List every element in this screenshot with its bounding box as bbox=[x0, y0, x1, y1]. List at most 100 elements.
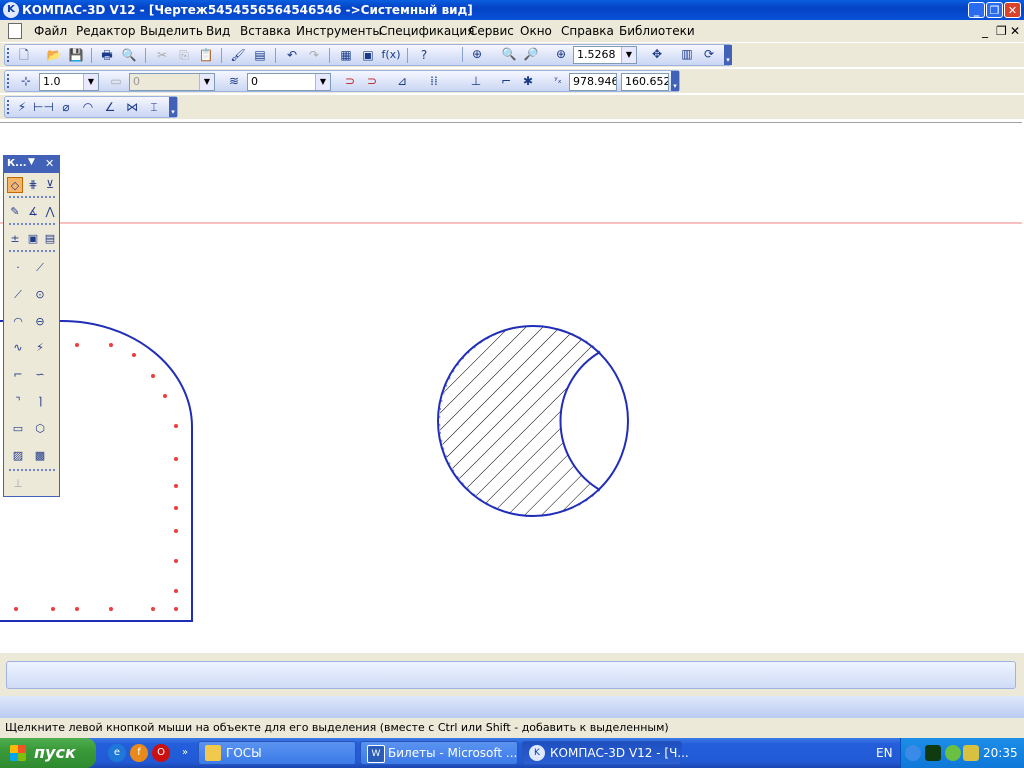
mdi-close-button[interactable]: ✕ bbox=[1010, 24, 1020, 38]
spec-panel-icon[interactable]: ▤ bbox=[42, 231, 58, 247]
ellipse-tool-icon[interactable]: ⊖ bbox=[32, 314, 48, 330]
auto-dimension-icon[interactable]: ⚡ bbox=[13, 99, 31, 115]
print-icon[interactable]: 🖶 bbox=[98, 47, 116, 63]
quicklaunch-more-icon[interactable]: » bbox=[176, 744, 194, 762]
menu-view[interactable]: Вид bbox=[206, 24, 230, 38]
dimensions-panel-icon[interactable]: ⋕ bbox=[25, 177, 41, 193]
title-bar[interactable]: K КОМПАС-3D V12 - [Чертеж545455656454654… bbox=[0, 0, 1024, 20]
aux-line-icon[interactable]: ⟋ bbox=[32, 260, 48, 276]
point-tool-icon[interactable]: · bbox=[10, 260, 26, 276]
new-document-icon[interactable]: 🗋 bbox=[15, 47, 33, 63]
menu-insert[interactable]: Вставка bbox=[240, 24, 291, 38]
step-combo[interactable]: 1.0 ▼ bbox=[39, 73, 99, 91]
menu-tools[interactable]: Инструменты bbox=[296, 24, 382, 38]
measure-panel-icon[interactable]: ⋀ bbox=[42, 204, 58, 220]
minimize-button[interactable]: _ bbox=[968, 2, 985, 18]
copy-icon[interactable]: ⎘ bbox=[175, 47, 193, 63]
associative-view-icon[interactable]: ▣ bbox=[25, 231, 41, 247]
chevron-down-icon[interactable]: ▼ bbox=[315, 74, 330, 90]
toolbar-options-icon[interactable]: ▾ bbox=[671, 71, 679, 91]
menu-help[interactable]: Справка bbox=[561, 24, 614, 38]
library-manager-icon[interactable]: ▣ bbox=[359, 47, 377, 63]
menu-select[interactable]: Выделить bbox=[140, 24, 203, 38]
coord-x-field[interactable]: 978.946 bbox=[569, 73, 617, 91]
tray-network-icon[interactable] bbox=[963, 745, 979, 761]
mdi-minimize-button[interactable]: _ bbox=[982, 24, 988, 38]
fillet-tool-icon[interactable]: ⌉ bbox=[32, 394, 48, 410]
symbols-panel-icon[interactable]: ⊻ bbox=[42, 177, 58, 193]
round-icon[interactable]: ✱ bbox=[519, 73, 537, 89]
auto-line-icon[interactable]: ⚡ bbox=[32, 340, 48, 356]
language-indicator[interactable]: EN bbox=[876, 746, 893, 760]
internet-explorer-icon[interactable]: e bbox=[108, 744, 126, 762]
opera-icon[interactable]: O bbox=[152, 744, 170, 762]
parametrization-panel-icon[interactable]: ∡ bbox=[25, 204, 41, 220]
polygon-tool-icon[interactable]: ⬡ bbox=[32, 421, 48, 437]
bezier-tool-icon[interactable]: ∽ bbox=[32, 367, 48, 383]
cut-icon[interactable]: ✂ bbox=[153, 47, 171, 63]
select-panel-icon[interactable]: ± bbox=[7, 231, 23, 247]
open-folder-icon[interactable]: 📂 bbox=[45, 47, 63, 63]
tray-antivirus-icon[interactable] bbox=[945, 745, 961, 761]
toolbar-options-icon[interactable]: ▾ bbox=[169, 97, 177, 117]
close-icon[interactable]: ✕ bbox=[45, 157, 54, 170]
arc-tool-icon[interactable]: ◠ bbox=[10, 314, 26, 330]
start-button[interactable]: пуск bbox=[0, 738, 96, 768]
geometry-panel-icon[interactable]: ◇ bbox=[7, 177, 23, 193]
restore-button[interactable]: ❐ bbox=[986, 2, 1003, 18]
zoom-window-icon[interactable]: ⊕ bbox=[468, 46, 486, 62]
compact-panel-header[interactable]: К... ▼ ✕ bbox=[4, 156, 59, 173]
chevron-down-icon[interactable]: ▼ bbox=[199, 74, 214, 90]
menu-edit[interactable]: Редактор bbox=[76, 24, 135, 38]
menu-service[interactable]: Сервис bbox=[469, 24, 514, 38]
chevron-down-icon[interactable]: ▼ bbox=[621, 47, 636, 63]
orthogonal-icon[interactable]: ⊿ bbox=[393, 73, 411, 89]
paste-icon[interactable]: 📋 bbox=[197, 47, 215, 63]
close-button[interactable]: ✕ bbox=[1004, 2, 1021, 18]
toolbar-grip[interactable] bbox=[7, 74, 12, 88]
task-kompas[interactable]: K КОМПАС-3D V12 - [Ч... bbox=[522, 741, 689, 765]
grid-icon[interactable]: ⁞⁞ bbox=[425, 73, 443, 89]
menu-specification[interactable]: Спецификация bbox=[379, 24, 474, 38]
snap-magnet-icon[interactable]: ⊃ bbox=[341, 73, 359, 89]
menu-libraries[interactable]: Библиотеки bbox=[619, 24, 695, 38]
circle-tool-icon[interactable]: ⊙ bbox=[32, 287, 48, 303]
format-painter-icon[interactable]: 🖌 bbox=[229, 47, 247, 63]
hatch-tool-icon[interactable]: ▨ bbox=[10, 448, 26, 464]
diameter-dimension-icon[interactable]: ⌀ bbox=[57, 99, 75, 115]
toolbar-grip[interactable] bbox=[7, 48, 12, 62]
current-view-icon[interactable]: ▭ bbox=[107, 73, 125, 89]
refresh-icon[interactable]: ⟳ bbox=[700, 46, 718, 62]
arc-length-icon[interactable]: ⋈ bbox=[123, 99, 141, 115]
chevron-down-icon[interactable]: ▼ bbox=[28, 157, 35, 167]
help-pointer-icon[interactable]: ? bbox=[415, 47, 433, 63]
print-preview-icon[interactable]: 🔍 bbox=[120, 47, 138, 63]
clock[interactable]: 20:35 bbox=[983, 746, 1018, 760]
radius-dimension-icon[interactable]: ◠ bbox=[79, 99, 97, 115]
redo-icon[interactable]: ↷ bbox=[305, 47, 323, 63]
segment-tool-icon[interactable]: ⟋ bbox=[10, 287, 26, 303]
variables-icon[interactable]: f(x) bbox=[379, 47, 403, 63]
tray-arrow-icon[interactable] bbox=[905, 745, 921, 761]
fill-tool-icon[interactable]: ▩ bbox=[32, 448, 48, 464]
zoom-in-icon[interactable]: 🔍 bbox=[500, 46, 518, 62]
angle-dimension-icon[interactable]: ∠ bbox=[101, 99, 119, 115]
pan-icon[interactable]: ✥ bbox=[648, 46, 666, 62]
save-icon[interactable]: 💾 bbox=[67, 47, 85, 63]
firefox-icon[interactable]: f bbox=[130, 744, 148, 762]
mdi-restore-button[interactable]: ❐ bbox=[996, 24, 1007, 38]
task-word-bilety[interactable]: W Билеты - Microsoft ... bbox=[360, 741, 518, 765]
leader-icon[interactable]: ⌶ bbox=[145, 99, 163, 115]
zoom-scale-icon[interactable]: ⊕ bbox=[552, 46, 570, 62]
local-snap-icon[interactable]: ⊃ bbox=[363, 73, 381, 89]
drawing-canvas[interactable] bbox=[0, 122, 1022, 651]
stop-command-icon[interactable]: ⊥ bbox=[10, 476, 26, 492]
coord-y-field[interactable]: 160.652 bbox=[621, 73, 669, 91]
chamfer-tool-icon[interactable]: ⌝ bbox=[10, 394, 26, 410]
local-cs-icon[interactable]: ⊥ bbox=[467, 73, 485, 89]
hatched-region[interactable] bbox=[439, 326, 600, 516]
layer-combo[interactable]: 0 ▼ bbox=[247, 73, 331, 91]
layer-icon[interactable]: ≋ bbox=[225, 73, 243, 89]
toolbar-grip[interactable] bbox=[7, 100, 12, 114]
menu-file[interactable]: Файл bbox=[34, 24, 67, 38]
